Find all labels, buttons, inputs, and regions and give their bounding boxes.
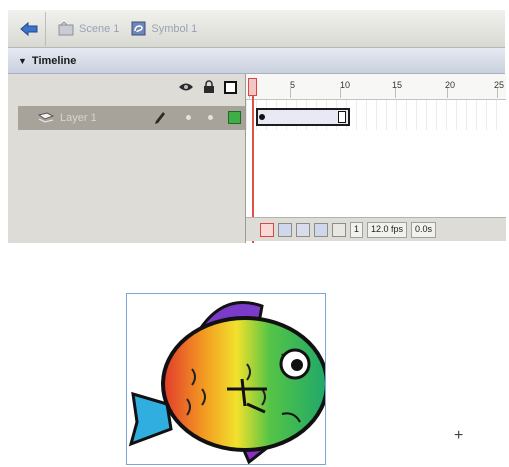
symbol-icon (131, 21, 146, 36)
frame-number: 15 (392, 80, 403, 90)
frame-number: 10 (340, 80, 351, 90)
visibility-dot[interactable] (186, 115, 191, 120)
onion-skin-icon[interactable] (278, 222, 292, 237)
layer-row[interactable]: Layer 1 (18, 106, 245, 130)
frame-span[interactable] (256, 108, 350, 126)
pencil-icon (155, 112, 165, 124)
timeline-title: Timeline (31, 54, 77, 67)
timeline-panel: ▼ Timeline Layer 1 5 10 15 20 25 1 12.0 … (8, 48, 506, 260)
frame-ruler[interactable]: 5 10 15 20 25 (246, 74, 506, 100)
back-button[interactable] (12, 11, 46, 46)
layer-toggle-icons (178, 80, 237, 94)
layer-icon (38, 111, 54, 123)
frame-number: 20 (445, 80, 456, 90)
lock-icon[interactable] (203, 80, 215, 94)
onion-outline-icon[interactable] (296, 222, 310, 237)
scene-breadcrumb[interactable]: Scene 1 (58, 21, 120, 36)
end-frame[interactable] (338, 111, 346, 123)
frame-area[interactable]: 5 10 15 20 25 1 12.0 fps 0.0s (245, 74, 506, 243)
collapse-triangle-icon[interactable]: ▼ (18, 56, 27, 66)
fish-graphic[interactable] (127, 294, 329, 465)
symbol-breadcrumb[interactable]: Symbol 1 (131, 21, 197, 36)
frame-number: 25 (494, 80, 505, 90)
edit-bar: Scene 1 Symbol 1 (8, 10, 505, 48)
scene-label: Scene 1 (79, 22, 120, 35)
lock-dot[interactable] (208, 115, 213, 120)
current-frame: 1 (350, 221, 364, 238)
eye-icon[interactable] (178, 81, 194, 93)
frame-rate: 12.0 fps (367, 221, 408, 238)
scene-icon (58, 21, 74, 35)
layer-name: Layer 1 (60, 112, 97, 124)
symbol-bounding-box[interactable] (126, 293, 329, 465)
edit-multiple-frames-icon[interactable] (314, 222, 328, 237)
playhead[interactable] (248, 78, 257, 96)
outline-icon[interactable] (224, 80, 237, 94)
timeline-statusbar: 1 12.0 fps 0.0s (246, 217, 506, 241)
back-arrow-icon (19, 21, 37, 36)
layer-column: Layer 1 (8, 74, 245, 260)
outline-color-swatch[interactable] (228, 111, 241, 124)
timeline-header[interactable]: ▼ Timeline (8, 48, 505, 74)
elapsed-time: 0.0s (411, 221, 437, 238)
frame-number: 5 (290, 80, 296, 90)
modify-markers-icon[interactable] (332, 222, 346, 237)
stage[interactable]: + (8, 245, 505, 465)
keyframe[interactable] (259, 114, 265, 120)
center-frame-icon[interactable] (260, 222, 274, 237)
symbol-label: Symbol 1 (151, 22, 198, 35)
registration-point-icon: + (454, 427, 464, 444)
